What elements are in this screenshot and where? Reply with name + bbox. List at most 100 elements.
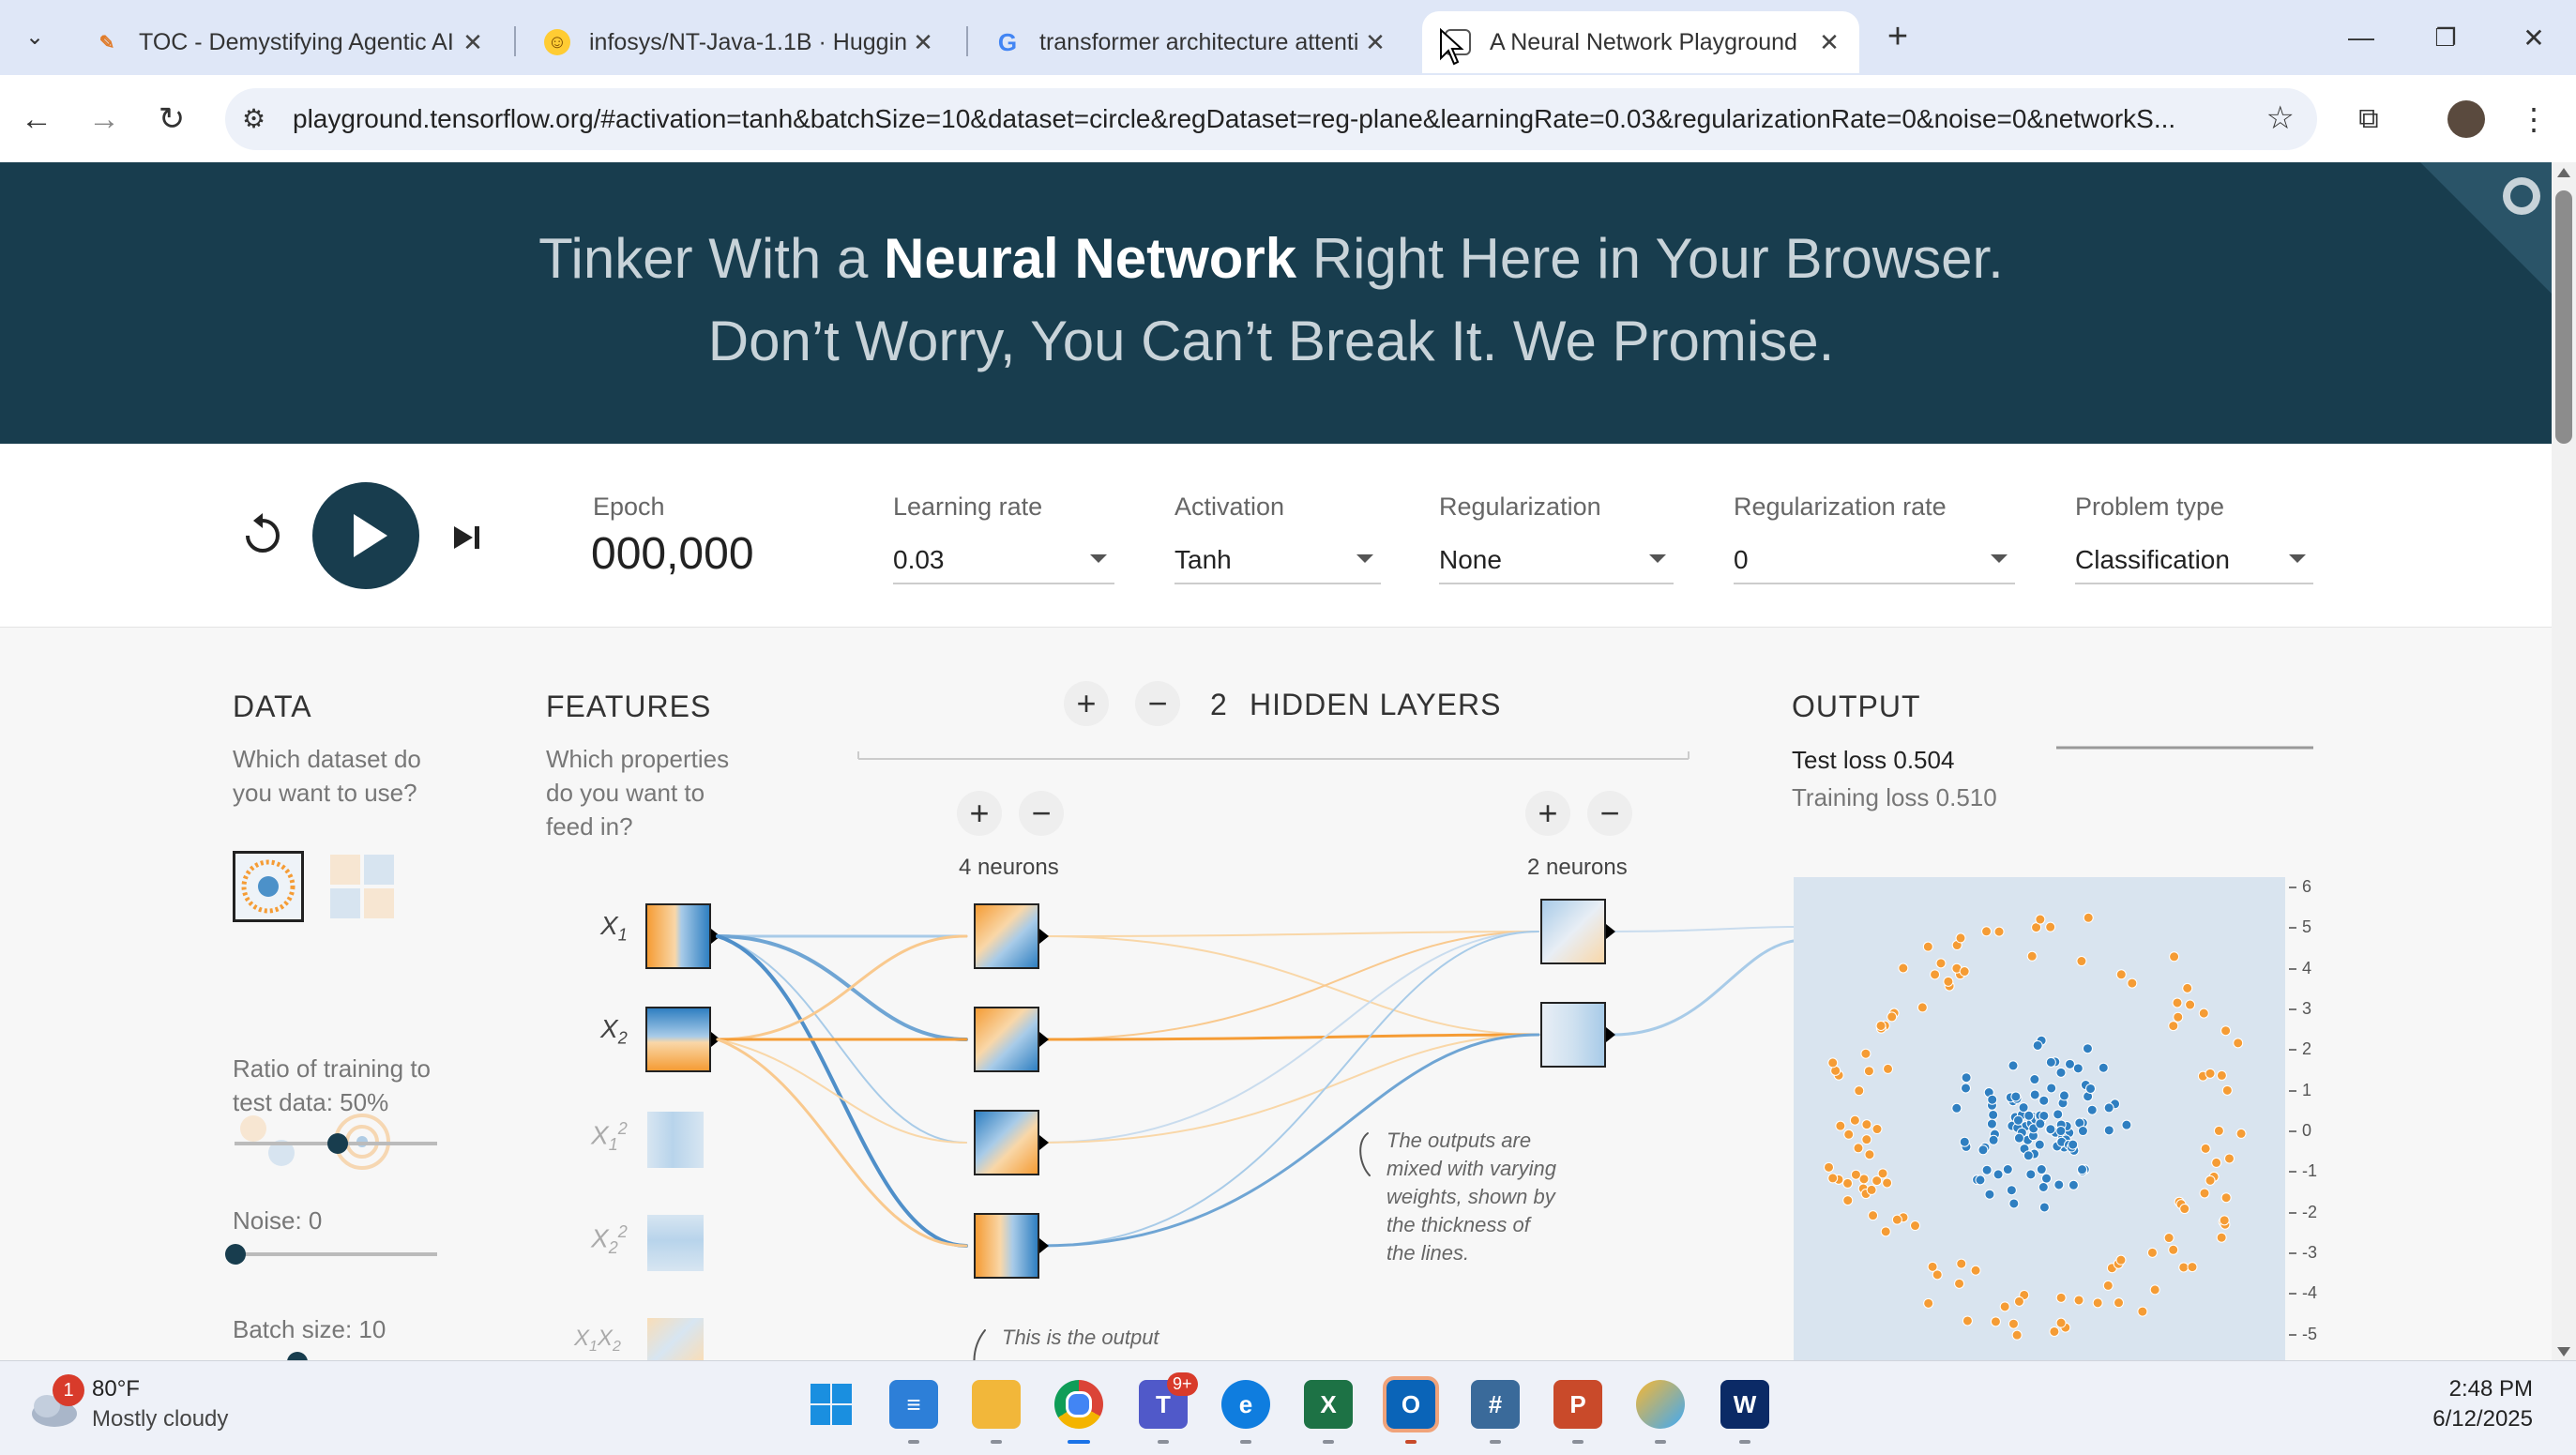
- scatter-point-orange: [2137, 1306, 2148, 1317]
- y-tick-label: -1: [2289, 1161, 2317, 1181]
- new-tab-button[interactable]: +: [1874, 13, 1921, 60]
- scatter-point-blue: [1987, 1094, 1998, 1105]
- scatter-point-blue: [1981, 1164, 1993, 1175]
- scrollbar-thumb[interactable]: [2555, 190, 2572, 444]
- scatter-point-orange: [2102, 1280, 2114, 1291]
- remove-neuron-layer2-button[interactable]: −: [1587, 791, 1632, 836]
- browser-chrome: ⌄ ✎ TOC - Demystifying Agentic AI ✕ ☺ in…: [0, 0, 2576, 162]
- output-scatter: [1824, 912, 2247, 1341]
- scatter-point-orange: [2178, 1262, 2190, 1273]
- taskbar-indicator: [1739, 1440, 1750, 1444]
- scatter-point-blue: [2018, 1102, 2029, 1114]
- scatter-point-orange: [1922, 941, 1933, 952]
- avatar[interactable]: [2443, 96, 2490, 143]
- windows-start-icon[interactable]: [807, 1380, 856, 1429]
- tab-google[interactable]: G transformer architecture attenti ✕: [972, 11, 1405, 73]
- scatter-point-orange: [1954, 1278, 1965, 1289]
- extensions-icon[interactable]: ⧉: [2345, 96, 2392, 143]
- scatter-point-blue: [2008, 1060, 2019, 1071]
- scatter-point-orange: [2011, 1329, 2023, 1341]
- scatter-point-orange: [1962, 1315, 1973, 1326]
- close-icon[interactable]: ✕: [1812, 28, 1846, 57]
- scatter-point-orange: [1891, 1214, 1902, 1225]
- scatter-point-orange: [2221, 1084, 2233, 1096]
- neuron-l1-1[interactable]: [974, 903, 1049, 969]
- scatter-point-orange: [1842, 1195, 1854, 1206]
- scroll-down-icon[interactable]: [2557, 1347, 2570, 1356]
- neuron-l2-1[interactable]: [1540, 899, 1615, 964]
- file-explorer-icon[interactable]: [972, 1380, 1021, 1429]
- remove-layer-button[interactable]: −: [1135, 681, 1180, 726]
- bookmark-star-icon[interactable]: ☆: [2266, 99, 2295, 137]
- excel-icon[interactable]: X: [1304, 1380, 1353, 1429]
- close-window-button[interactable]: ✕: [2492, 11, 2576, 64]
- calculator-icon[interactable]: #: [1471, 1380, 1520, 1429]
- scatter-point-orange: [2198, 1008, 2209, 1019]
- scatter-point-orange: [2035, 914, 2046, 925]
- output-heatmap[interactable]: [1794, 877, 2285, 1360]
- add-layer-button[interactable]: +: [1064, 681, 1109, 726]
- scatter-point-orange: [2127, 978, 2138, 989]
- scatter-point-orange: [2220, 1192, 2232, 1204]
- scatter-point-orange: [1871, 1124, 1883, 1135]
- webex-icon[interactable]: W: [1720, 1380, 1769, 1429]
- tab-strip: ⌄ ✎ TOC - Demystifying Agentic AI ✕ ☺ in…: [0, 0, 2576, 75]
- tab-search-icon[interactable]: ⌄: [11, 13, 58, 60]
- notepad-icon[interactable]: ≡: [889, 1380, 938, 1429]
- scatter-point-blue: [1961, 1072, 1972, 1084]
- layer-count: 2: [1210, 688, 1228, 721]
- close-icon[interactable]: ✕: [456, 28, 490, 57]
- chrome-icon[interactable]: [1054, 1380, 1103, 1429]
- minimize-button[interactable]: —: [2319, 11, 2403, 64]
- weather-widget[interactable]: 1: [26, 1374, 84, 1431]
- edge-icon[interactable]: e: [1221, 1380, 1270, 1429]
- site-info-icon[interactable]: ⚙: [242, 103, 265, 134]
- forward-button[interactable]: →: [81, 96, 128, 143]
- scatter-point-orange: [2172, 997, 2183, 1008]
- scatter-point-orange: [2008, 1318, 2019, 1329]
- taskbar-indicator: [1158, 1440, 1169, 1444]
- hidden-layers-title: HIDDEN LAYERS: [1250, 688, 1502, 721]
- scatter-point-blue: [2029, 1074, 2040, 1085]
- scroll-up-icon[interactable]: [2557, 168, 2570, 177]
- scatter-point-blue: [2006, 1185, 2017, 1196]
- tab-huggingface[interactable]: ☺ infosys/NT-Java-1.1B · Hugging ✕: [522, 11, 953, 73]
- scatter-point-orange: [2073, 1295, 2084, 1306]
- scrollbar[interactable]: [2552, 162, 2576, 1360]
- taskbar-indicator: [1068, 1440, 1090, 1444]
- remove-neuron-layer1-button[interactable]: −: [1019, 791, 1064, 836]
- scatter-point-blue: [2023, 1110, 2035, 1121]
- back-button[interactable]: ←: [13, 96, 60, 143]
- neuron-l2-2[interactable]: [1540, 1002, 1615, 1068]
- powerpoint-icon[interactable]: P: [1553, 1380, 1602, 1429]
- menu-icon[interactable]: ⋮: [2510, 96, 2557, 143]
- close-icon[interactable]: ✕: [906, 28, 940, 57]
- clock-date[interactable]: 6/12/2025: [2345, 1406, 2533, 1432]
- address-bar[interactable]: ⚙ playground.tensorflow.org/#activation=…: [225, 88, 2317, 150]
- add-neuron-layer2-button[interactable]: +: [1525, 791, 1570, 836]
- scatter-point-orange: [2187, 1262, 2198, 1273]
- scatter-point-orange: [2205, 1068, 2216, 1079]
- url-text[interactable]: playground.tensorflow.org/#activation=ta…: [293, 104, 2225, 134]
- outlook-icon[interactable]: O: [1383, 1376, 1439, 1432]
- scatter-point-orange: [1824, 1161, 1835, 1173]
- scatter-point-orange: [1981, 926, 1993, 937]
- close-icon[interactable]: ✕: [1358, 28, 1392, 57]
- add-neuron-layer1-button[interactable]: +: [957, 791, 1002, 836]
- scatter-point-orange: [1910, 1220, 1921, 1232]
- clock-time[interactable]: 2:48 PM: [2345, 1376, 2533, 1402]
- paint-icon[interactable]: [1636, 1380, 1685, 1429]
- scatter-point-blue: [2098, 1062, 2109, 1073]
- tab-playground[interactable]: A Neural Network Playground ✕: [1422, 11, 1859, 73]
- neuron-l1-4[interactable]: [974, 1213, 1049, 1279]
- scatter-point-orange: [1863, 1066, 1874, 1077]
- neuron-l1-3[interactable]: [974, 1110, 1049, 1175]
- restore-button[interactable]: ❐: [2403, 11, 2488, 64]
- y-tick-label: 1: [2289, 1081, 2311, 1100]
- scatter-point-blue: [2053, 1179, 2065, 1190]
- tab-toc[interactable]: ✎ TOC - Demystifying Agentic AI ✕: [71, 11, 503, 73]
- reload-button[interactable]: ↻: [148, 96, 195, 143]
- scatter-point-orange: [1999, 1301, 2010, 1312]
- scatter-point-orange: [2219, 1215, 2230, 1226]
- neuron-l1-2[interactable]: [974, 1007, 1049, 1072]
